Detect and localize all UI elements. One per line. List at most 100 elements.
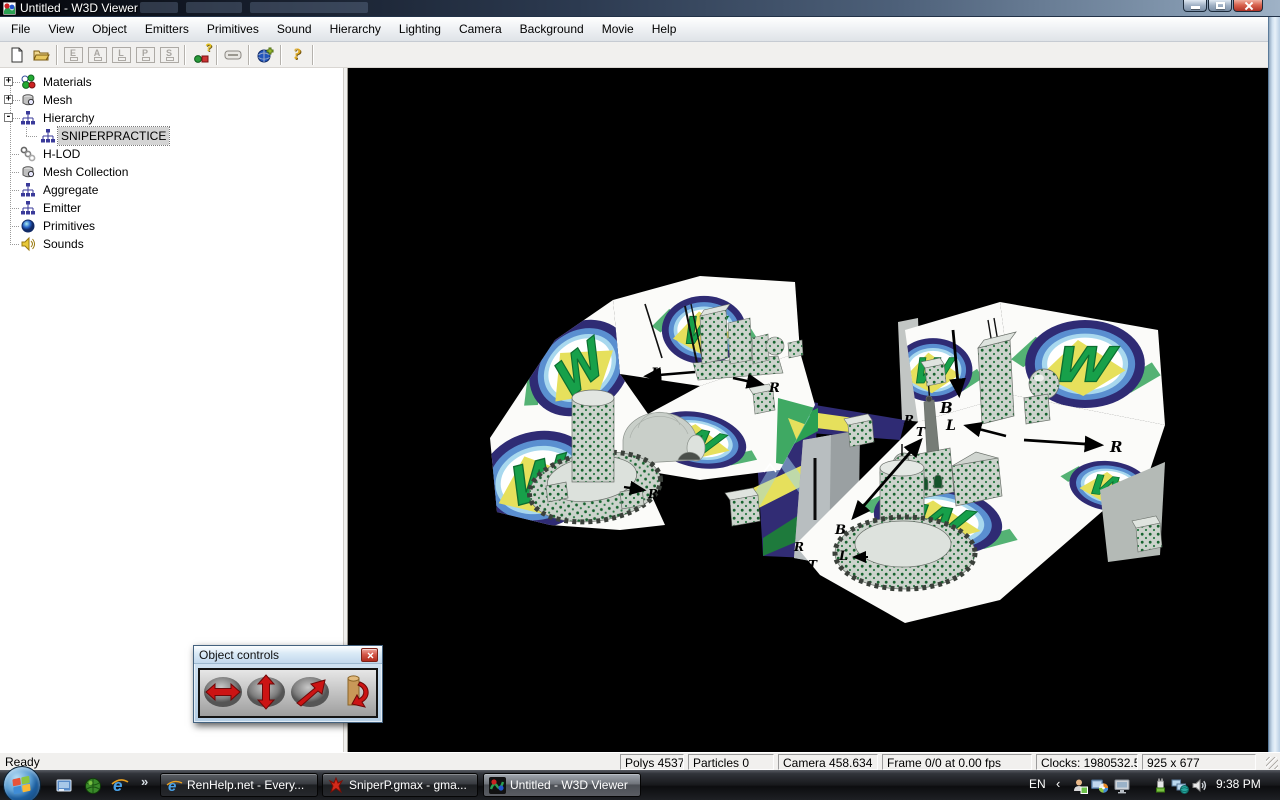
- status-clocks: Clocks: 1980532.50: [1036, 754, 1138, 770]
- new-file-button[interactable]: [5, 44, 29, 66]
- hlod-icon: [20, 146, 36, 162]
- globe-add-icon: [257, 47, 274, 63]
- svg-text:e: e: [168, 778, 176, 794]
- tree-item-mesh[interactable]: + Mesh: [0, 91, 343, 109]
- w3d-viewer-icon: [489, 777, 506, 794]
- expand-box[interactable]: +: [4, 77, 13, 86]
- tray-media-icon[interactable]: [1091, 778, 1109, 797]
- scene-settings-button[interactable]: ?: [189, 44, 213, 66]
- menu-view[interactable]: View: [39, 18, 83, 40]
- status-frame: Frame 0/0 at 0.00 fps: [882, 754, 1032, 770]
- help-button[interactable]: ?: [285, 44, 309, 66]
- save-primitive-button[interactable]: P: [133, 44, 157, 66]
- taskbar-clock[interactable]: 9:38 PM: [1216, 777, 1261, 791]
- tree-item-sounds[interactable]: Sounds: [0, 235, 343, 253]
- menu-background[interactable]: Background: [511, 18, 593, 40]
- object-controls-dialog: Object controls: [193, 645, 383, 723]
- window-right-border[interactable]: [1268, 17, 1280, 752]
- axis-label: R: [1109, 438, 1122, 456]
- axis-label: B: [834, 523, 846, 538]
- expand-box[interactable]: +: [4, 95, 13, 104]
- language-indicator[interactable]: EN: [1029, 777, 1046, 791]
- tree-item-primitives[interactable]: Primitives: [0, 217, 343, 235]
- status-resolution: 925 x 677: [1142, 754, 1256, 770]
- maximize-button[interactable]: [1208, 0, 1232, 12]
- menu-movie[interactable]: Movie: [593, 18, 643, 40]
- windows-logo-icon: [12, 776, 32, 794]
- svg-text:e: e: [113, 776, 122, 795]
- menu-sound[interactable]: Sound: [268, 18, 321, 40]
- menu-help[interactable]: Help: [643, 18, 686, 40]
- move-horizontal-button[interactable]: [201, 671, 244, 715]
- save-lod-button[interactable]: L: [109, 44, 133, 66]
- tray-volume-icon[interactable]: [1191, 777, 1208, 797]
- minimize-button[interactable]: [1183, 0, 1207, 12]
- tree-item-mesh-collection[interactable]: Mesh Collection: [0, 163, 343, 181]
- open-folder-icon: [33, 47, 50, 63]
- tree-item-sniperpractice[interactable]: SNIPERPRACTICE: [0, 127, 343, 145]
- rotate-object-button[interactable]: [332, 671, 375, 715]
- menu-lighting[interactable]: Lighting: [390, 18, 450, 40]
- tree-item-hlod[interactable]: H-LOD: [0, 145, 343, 163]
- menu-camera[interactable]: Camera: [450, 18, 511, 40]
- close-button[interactable]: [1233, 0, 1263, 12]
- save-lod-icon: L: [112, 47, 131, 63]
- move-depth-button[interactable]: [288, 671, 331, 715]
- animation-toolbar-button[interactable]: [221, 44, 245, 66]
- show-desktop-button[interactable]: [55, 777, 73, 795]
- expand-box[interactable]: -: [4, 113, 13, 122]
- toolbar: E A L P S ? ?: [0, 42, 1268, 68]
- menu-file[interactable]: File: [2, 18, 39, 40]
- object-controls-title: Object controls: [199, 648, 279, 662]
- tray-messenger-icon[interactable]: [1072, 778, 1088, 797]
- toolbar-separator: [216, 45, 218, 65]
- menu-hierarchy[interactable]: Hierarchy: [321, 18, 390, 40]
- selected-tree-item[interactable]: SNIPERPRACTICE: [58, 127, 169, 145]
- window-title: Untitled - W3D Viewer: [20, 1, 138, 15]
- app-icon: [3, 2, 16, 15]
- close-icon: [367, 652, 374, 659]
- axis-label: L: [838, 549, 848, 564]
- menu-bar: File View Object Emitters Primitives Sou…: [0, 17, 1268, 42]
- viewport-3d[interactable]: W: [348, 68, 1268, 752]
- tree-item-emitter[interactable]: Emitter: [0, 199, 343, 217]
- open-file-button[interactable]: [29, 44, 53, 66]
- quick-launch-app-button[interactable]: [84, 777, 102, 795]
- toolbar-separator: [280, 45, 282, 65]
- aggregate-icon: [20, 182, 36, 198]
- axis-label: R: [768, 381, 780, 396]
- tray-network-icon[interactable]: [1171, 777, 1189, 797]
- tree-item-hierarchy[interactable]: - Hierarchy: [0, 109, 343, 127]
- menu-object[interactable]: Object: [83, 18, 136, 40]
- task-button-gmax[interactable]: SniperP.gmax - gma...: [322, 773, 478, 797]
- tray-collapse-chevron[interactable]: ‹: [1056, 776, 1060, 791]
- task-button-w3d-viewer[interactable]: Untitled - W3D Viewer: [483, 773, 641, 797]
- new-file-icon: [9, 47, 25, 63]
- object-controls-body: [198, 668, 378, 718]
- tree-item-aggregate[interactable]: Aggregate: [0, 181, 343, 199]
- menu-emitters[interactable]: Emitters: [136, 18, 198, 40]
- tray-display-icon[interactable]: [1114, 778, 1131, 797]
- internet-explorer-icon: e: [166, 777, 183, 794]
- internet-explorer-button[interactable]: e: [110, 775, 128, 793]
- save-sound-button[interactable]: S: [157, 44, 181, 66]
- toolbar-separator: [184, 45, 186, 65]
- add-object-button[interactable]: [253, 44, 277, 66]
- rotate-object-icon: [332, 672, 374, 712]
- task-button-renhelp[interactable]: e RenHelp.net - Every...: [160, 773, 318, 797]
- object-controls-close-button[interactable]: [361, 648, 378, 662]
- move-depth-icon: [289, 672, 331, 712]
- save-emitter-button[interactable]: E: [61, 44, 85, 66]
- toolbar-separator: [312, 45, 314, 65]
- window-titlebar[interactable]: Untitled - W3D Viewer: [0, 0, 1280, 17]
- tray-power-icon[interactable]: [1152, 777, 1168, 797]
- object-controls-titlebar[interactable]: Object controls: [194, 646, 382, 664]
- tree-item-materials[interactable]: + Materials: [0, 73, 343, 91]
- menu-primitives[interactable]: Primitives: [198, 18, 268, 40]
- resize-grip[interactable]: [1266, 757, 1278, 769]
- start-button[interactable]: [3, 766, 41, 800]
- move-vertical-button[interactable]: [245, 671, 288, 715]
- save-aggregate-button[interactable]: A: [85, 44, 109, 66]
- axis-label: T: [808, 558, 818, 572]
- quick-launch-overflow-chevron[interactable]: »: [141, 774, 148, 789]
